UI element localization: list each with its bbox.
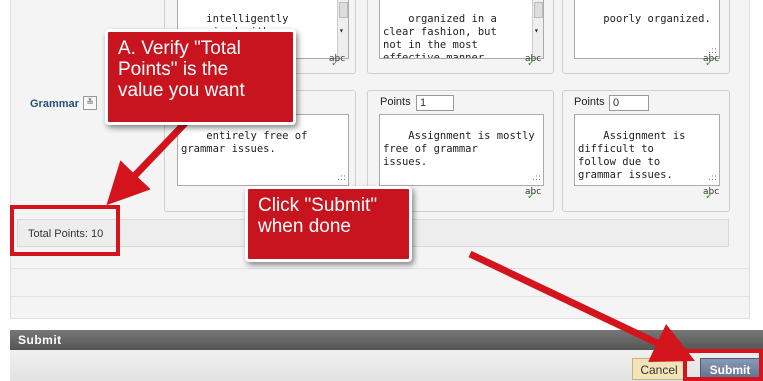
highlight-submit-button <box>683 349 763 381</box>
arrow-to-total-points <box>106 115 193 206</box>
arrow-to-submit <box>468 250 695 362</box>
callout-verify-total: A. Verify "Total Points" is the value yo… <box>105 29 296 125</box>
callout-click-submit: Click "Submit" when done <box>245 186 412 262</box>
highlight-total-points <box>10 205 120 256</box>
